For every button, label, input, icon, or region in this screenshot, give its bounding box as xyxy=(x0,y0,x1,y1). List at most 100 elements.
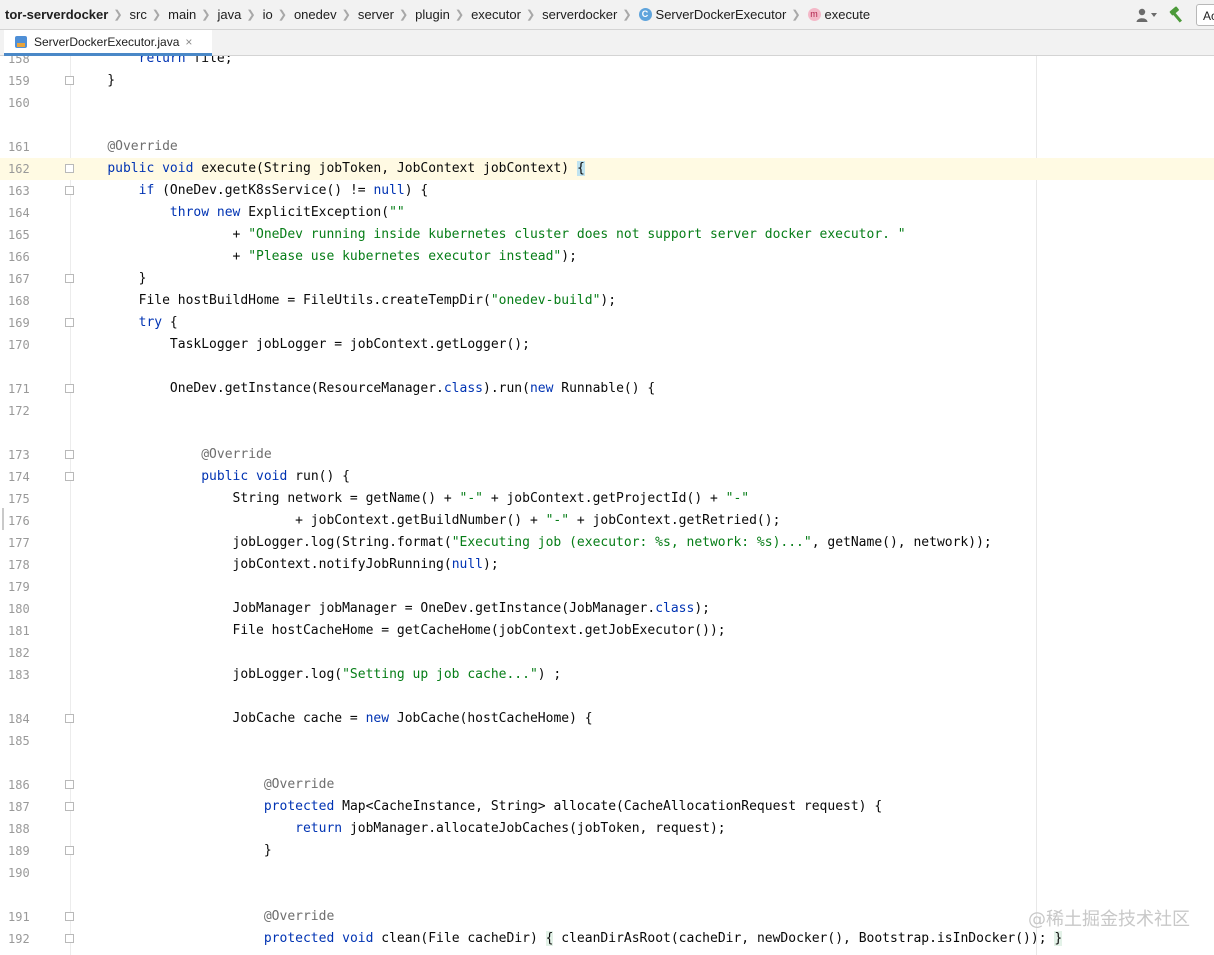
code-line[interactable]: 169 try { xyxy=(0,312,1214,334)
code-text: File hostCacheHome = getCacheHome(jobCon… xyxy=(76,623,726,638)
code-text: JobManager jobManager = OneDev.getInstan… xyxy=(76,601,710,616)
run-config-button[interactable]: Ac xyxy=(1196,4,1214,26)
breadcrumb-item[interactable]: executor xyxy=(468,7,524,22)
line-number: 165 xyxy=(8,228,30,242)
code-line[interactable]: 189 } xyxy=(0,840,1214,862)
code-line[interactable]: 188 return jobManager.allocateJobCaches(… xyxy=(0,818,1214,840)
method-icon: m xyxy=(807,8,821,21)
code-line[interactable]: 177 jobLogger.log(String.format("Executi… xyxy=(0,532,1214,554)
code-line[interactable]: 168 File hostBuildHome = FileUtils.creat… xyxy=(0,290,1214,312)
code-line[interactable]: 165 + "OneDev running inside kubernetes … xyxy=(0,224,1214,246)
code-line[interactable]: 178 jobContext.notifyJobRunning(null); xyxy=(0,554,1214,576)
breadcrumb-item[interactable]: m execute xyxy=(805,7,874,22)
fold-marker-icon[interactable] xyxy=(65,802,74,811)
code-line[interactable]: 187 protected Map<CacheInstance, String>… xyxy=(0,796,1214,818)
line-number: 166 xyxy=(8,250,30,264)
code-line[interactable]: 192 protected void clean(File cacheDir) … xyxy=(0,928,1214,950)
fold-marker-icon[interactable] xyxy=(65,450,74,459)
fold-marker-icon[interactable] xyxy=(65,384,74,393)
chevron-right-icon: ❯ xyxy=(398,9,409,21)
breadcrumb-label: executor xyxy=(471,7,521,22)
code-line[interactable]: 175 String network = getName() + "-" + j… xyxy=(0,488,1214,510)
fold-marker-icon[interactable] xyxy=(65,76,74,85)
fold-marker-icon[interactable] xyxy=(65,846,74,855)
code-line[interactable]: 159 } xyxy=(0,70,1214,92)
fold-marker-icon[interactable] xyxy=(65,318,74,327)
code-line[interactable]: 183 jobLogger.log("Setting up job cache.… xyxy=(0,664,1214,686)
code-line[interactable]: 167 } xyxy=(0,268,1214,290)
breadcrumb-label: java xyxy=(217,7,242,22)
fold-marker-icon[interactable] xyxy=(65,472,74,481)
line-number: 158 xyxy=(8,56,30,66)
code-line[interactable]: 170 TaskLogger jobLogger = jobContext.ge… xyxy=(0,334,1214,356)
code-text: return file; xyxy=(138,56,233,66)
code-line[interactable]: 176 + jobContext.getBuildNumber() + "-" … xyxy=(0,510,1214,532)
code-line[interactable]: 190 xyxy=(0,862,1214,884)
breadcrumb-item[interactable]: server xyxy=(355,7,397,22)
code-line[interactable]: 174 public void run() { xyxy=(0,466,1214,488)
code-line[interactable]: 161 @Override xyxy=(0,136,1214,158)
code-line[interactable]: 166 + "Please use kubernetes executor in… xyxy=(0,246,1214,268)
chevron-right-icon: ❯ xyxy=(151,9,162,21)
code-line[interactable]: 181 File hostCacheHome = getCacheHome(jo… xyxy=(0,620,1214,642)
code-line[interactable]: 171 OneDev.getInstance(ResourceManager.c… xyxy=(0,378,1214,400)
breadcrumb-item[interactable]: plugin xyxy=(412,7,453,22)
fold-marker-icon[interactable] xyxy=(65,274,74,283)
code-line[interactable]: 182 xyxy=(0,642,1214,664)
line-number: 161 xyxy=(8,140,30,154)
breadcrumb-item[interactable]: tor-serverdocker xyxy=(2,7,111,22)
code-text: return jobManager.allocateJobCaches(jobT… xyxy=(295,821,726,836)
line-number: 176 xyxy=(8,514,30,528)
line-number: 164 xyxy=(8,206,30,220)
code-line[interactable]: 162 public void execute(String jobToken,… xyxy=(0,158,1214,180)
code-line[interactable]: 179 xyxy=(0,576,1214,598)
breadcrumb-item[interactable]: serverdocker xyxy=(539,7,620,22)
line-number: 179 xyxy=(8,580,30,594)
fold-marker-icon[interactable] xyxy=(65,164,74,173)
fold-marker-icon[interactable] xyxy=(65,186,74,195)
code-line[interactable]: 164 throw new ExplicitException("" xyxy=(0,202,1214,224)
tab-serverdockerexecutor-java[interactable]: ServerDockerExecutor.java × xyxy=(4,30,212,56)
breadcrumb-item[interactable]: C ServerDockerExecutor xyxy=(636,7,790,22)
fold-marker-icon[interactable] xyxy=(65,714,74,723)
line-number: 159 xyxy=(8,74,30,88)
code-editor[interactable]: 158 return file; 159 } 160 161 @Override 162… xyxy=(0,56,1214,955)
build-hammer-icon[interactable] xyxy=(1166,5,1188,25)
user-icon[interactable] xyxy=(1134,5,1160,25)
code-text: OneDev.getInstance(ResourceManager.class… xyxy=(76,381,656,396)
line-number: 172 xyxy=(8,404,30,418)
breadcrumb-item[interactable]: java xyxy=(215,7,245,22)
code-text: protected Map<CacheInstance, String> all… xyxy=(263,799,883,814)
breadcrumb-item[interactable]: io xyxy=(260,7,276,22)
code-line[interactable]: 172 xyxy=(0,400,1214,422)
breadcrumb-item[interactable]: main xyxy=(165,7,199,22)
breadcrumb-label: src xyxy=(129,7,147,22)
code-line[interactable]: 184 JobCache cache = new JobCache(hostCa… xyxy=(0,708,1214,730)
code-line[interactable]: 180 JobManager jobManager = OneDev.getIn… xyxy=(0,598,1214,620)
breadcrumb-item[interactable]: onedev xyxy=(291,7,340,22)
line-number: 168 xyxy=(8,294,30,308)
code-line[interactable]: 186 @Override xyxy=(0,774,1214,796)
code-text: JobCache cache = new JobCache(hostCacheH… xyxy=(76,711,593,726)
line-number: 184 xyxy=(8,712,30,726)
fold-marker-icon[interactable] xyxy=(65,934,74,943)
code-line[interactable]: 163 if (OneDev.getK8sService() != null) … xyxy=(0,180,1214,202)
close-icon[interactable]: × xyxy=(185,35,192,49)
nav-right-toolbar: Ac xyxy=(1134,0,1214,29)
breadcrumb-label: server xyxy=(357,7,394,22)
code-line[interactable]: 160 xyxy=(0,92,1214,114)
breadcrumb-item[interactable]: src xyxy=(127,7,150,22)
editor-tab-bar: ServerDockerExecutor.java × xyxy=(0,30,1214,56)
breadcrumb: tor-serverdocker ❯ src ❯ main ❯ java ❯ io ❯ onedev… xyxy=(0,7,873,22)
breadcrumb-label: execute xyxy=(824,7,871,22)
code-text: try { xyxy=(138,315,178,330)
code-line[interactable]: 158 return file; xyxy=(0,56,1214,70)
line-number: 174 xyxy=(8,470,30,484)
code-line[interactable]: 185 xyxy=(0,730,1214,752)
code-text: protected void clean(File cacheDir) { cl… xyxy=(263,931,1063,946)
line-number: 186 xyxy=(8,778,30,792)
code-text: throw new ExplicitException("" xyxy=(169,205,405,220)
fold-marker-icon[interactable] xyxy=(65,780,74,789)
code-line[interactable]: 173 @Override xyxy=(0,444,1214,466)
fold-marker-icon[interactable] xyxy=(65,912,74,921)
